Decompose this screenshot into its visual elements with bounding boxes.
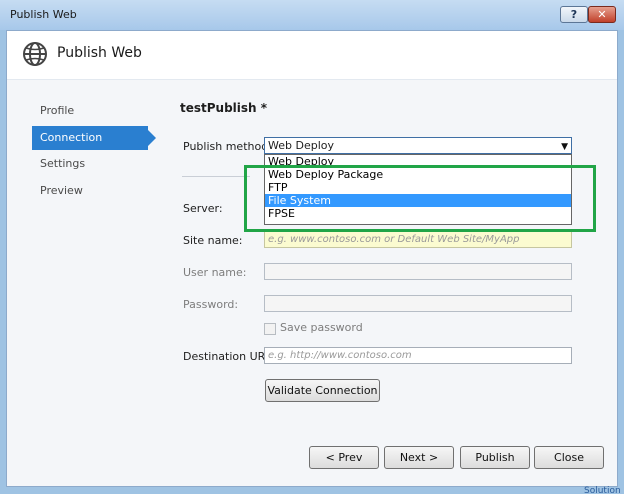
active-arrow-icon (148, 130, 156, 146)
window-frame: Publish Web ? ✕ Publish Web Profile Conn… (0, 0, 624, 496)
publish-method-value: Web Deploy (268, 139, 334, 152)
next-button[interactable]: Next > (384, 446, 454, 469)
dialog-header-title: Publish Web (57, 45, 142, 61)
publish-button[interactable]: Publish (460, 446, 530, 469)
prev-button[interactable]: < Prev (309, 446, 379, 469)
password-input[interactable] (264, 295, 572, 312)
publish-method-dropdown: Web Deploy Web Deploy Package FTP File S… (264, 154, 572, 225)
nav-item-preview[interactable]: Preview (32, 179, 148, 203)
title-bar[interactable]: Publish Web ? ✕ (0, 0, 624, 30)
publish-method-select[interactable]: Web Deploy ▼ (264, 137, 572, 154)
nav-item-settings[interactable]: Settings (32, 152, 148, 176)
dialog-header: Publish Web (7, 31, 617, 80)
validate-connection-button[interactable]: Validate Connection (265, 379, 380, 402)
save-password-checkbox[interactable] (264, 323, 276, 335)
dialog-body: Profile Connection Settings Preview test… (7, 80, 617, 486)
window-title: Publish Web (10, 8, 77, 21)
dropdown-arrow-icon: ▼ (561, 142, 568, 152)
save-password-label: Save password (280, 321, 363, 334)
window-close-button[interactable]: ✕ (588, 6, 616, 23)
username-label: User name: (183, 266, 247, 279)
option-web-deploy-package[interactable]: Web Deploy Package (265, 168, 571, 181)
site-name-label: Site name: (183, 234, 243, 247)
globe-icon (23, 42, 47, 66)
profile-name: testPublish * (180, 101, 268, 115)
dialog-content: Publish Web Profile Connection Settings … (6, 30, 618, 487)
section-divider (182, 176, 250, 177)
help-button[interactable]: ? (560, 6, 588, 23)
server-label: Server: (183, 202, 223, 215)
option-ftp[interactable]: FTP (265, 181, 571, 194)
background-status-text: Solution (584, 486, 621, 496)
option-file-system[interactable]: File System (265, 194, 571, 207)
username-input[interactable] (264, 263, 572, 280)
password-label: Password: (183, 298, 239, 311)
destination-url-input[interactable]: e.g. http://www.contoso.com (264, 347, 572, 364)
site-name-input[interactable]: e.g. www.contoso.com or Default Web Site… (264, 231, 572, 248)
option-web-deploy[interactable]: Web Deploy (265, 155, 571, 168)
publish-method-label: Publish method: (183, 140, 272, 153)
nav-item-label: Connection (40, 131, 103, 144)
nav-item-connection[interactable]: Connection (32, 126, 156, 150)
nav-item-profile[interactable]: Profile (32, 99, 148, 123)
close-button[interactable]: Close (534, 446, 604, 469)
option-fpse[interactable]: FPSE (265, 207, 571, 220)
destination-url-label: Destination URL: (183, 350, 276, 363)
